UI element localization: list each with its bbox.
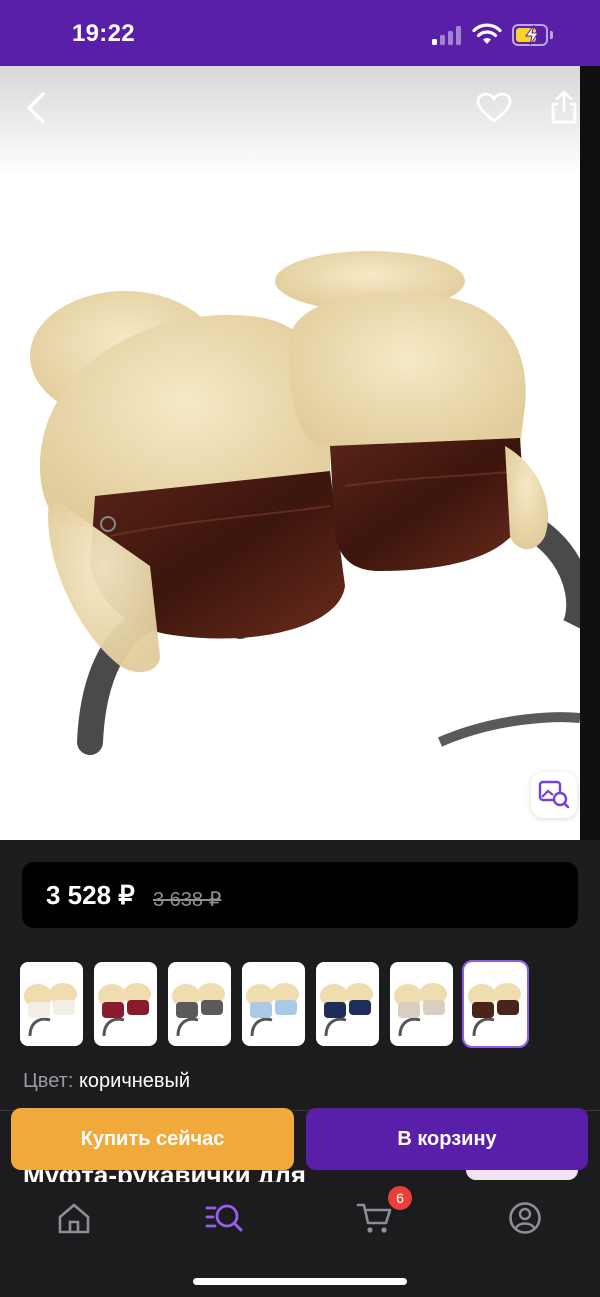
tab-catalog[interactable] [194, 1198, 254, 1238]
buy-now-button[interactable]: Купить сейчас [11, 1108, 294, 1170]
variant-thumb-grey[interactable] [168, 962, 231, 1046]
back-button[interactable] [18, 88, 54, 128]
visual-search-button[interactable] [531, 772, 577, 818]
tab-profile[interactable] [495, 1198, 555, 1238]
variant-image [24, 983, 77, 1037]
color-variants [20, 960, 529, 1048]
variant-image [320, 983, 373, 1037]
product-screen: 19:22 3 528 ₽ 3 638 ₽ Цвет: коричневый М… [0, 0, 600, 1297]
variant-image [98, 983, 151, 1037]
product-gallery[interactable] [0, 66, 580, 840]
battery-cap [550, 31, 553, 39]
battery-icon [512, 24, 548, 46]
variant-image [172, 983, 225, 1037]
variant-thumb-beige[interactable] [390, 962, 453, 1046]
home-icon [58, 1203, 90, 1234]
variant-image [394, 983, 447, 1037]
color-value: коричневый [78, 1070, 191, 1092]
price-old: 3 638 ₽ [153, 889, 222, 911]
profile-icon [509, 1202, 541, 1234]
heart-icon [476, 92, 512, 123]
catalog-search-icon [205, 1204, 243, 1232]
product-image[interactable] [0, 66, 580, 840]
add-to-cart-button[interactable]: В корзину [306, 1108, 588, 1170]
color-label: Цвет: [23, 1070, 74, 1092]
home-indicator [193, 1278, 407, 1285]
variant-thumb-brown[interactable] [462, 960, 529, 1048]
color-info: Цвет: коричневый [23, 1070, 190, 1093]
variant-thumb-burgundy[interactable] [94, 962, 157, 1046]
image-search-icon [538, 780, 570, 809]
variant-thumb-light-blue[interactable] [242, 962, 305, 1046]
variant-image [468, 983, 521, 1037]
chevron-left-icon [27, 92, 45, 124]
gallery-edge [580, 66, 600, 840]
variant-thumb-white[interactable] [20, 962, 83, 1046]
variant-thumb-navy[interactable] [316, 962, 379, 1046]
status-bar: 19:22 [0, 0, 600, 66]
status-time: 19:22 [72, 20, 135, 47]
cart-icon [356, 1203, 392, 1233]
tab-home[interactable] [44, 1198, 104, 1238]
price-current: 3 528 ₽ [46, 880, 135, 910]
wifi-icon [472, 23, 502, 44]
share-icon [551, 90, 577, 124]
cart-count-badge: 6 [388, 1186, 412, 1210]
cellular-signal-icon [432, 25, 464, 45]
price-panel: 3 528 ₽ 3 638 ₽ [22, 862, 578, 928]
tab-bar: 6 [0, 1182, 600, 1297]
share-button[interactable] [544, 86, 580, 128]
favorite-button[interactable] [472, 88, 516, 128]
variant-image [246, 983, 299, 1037]
